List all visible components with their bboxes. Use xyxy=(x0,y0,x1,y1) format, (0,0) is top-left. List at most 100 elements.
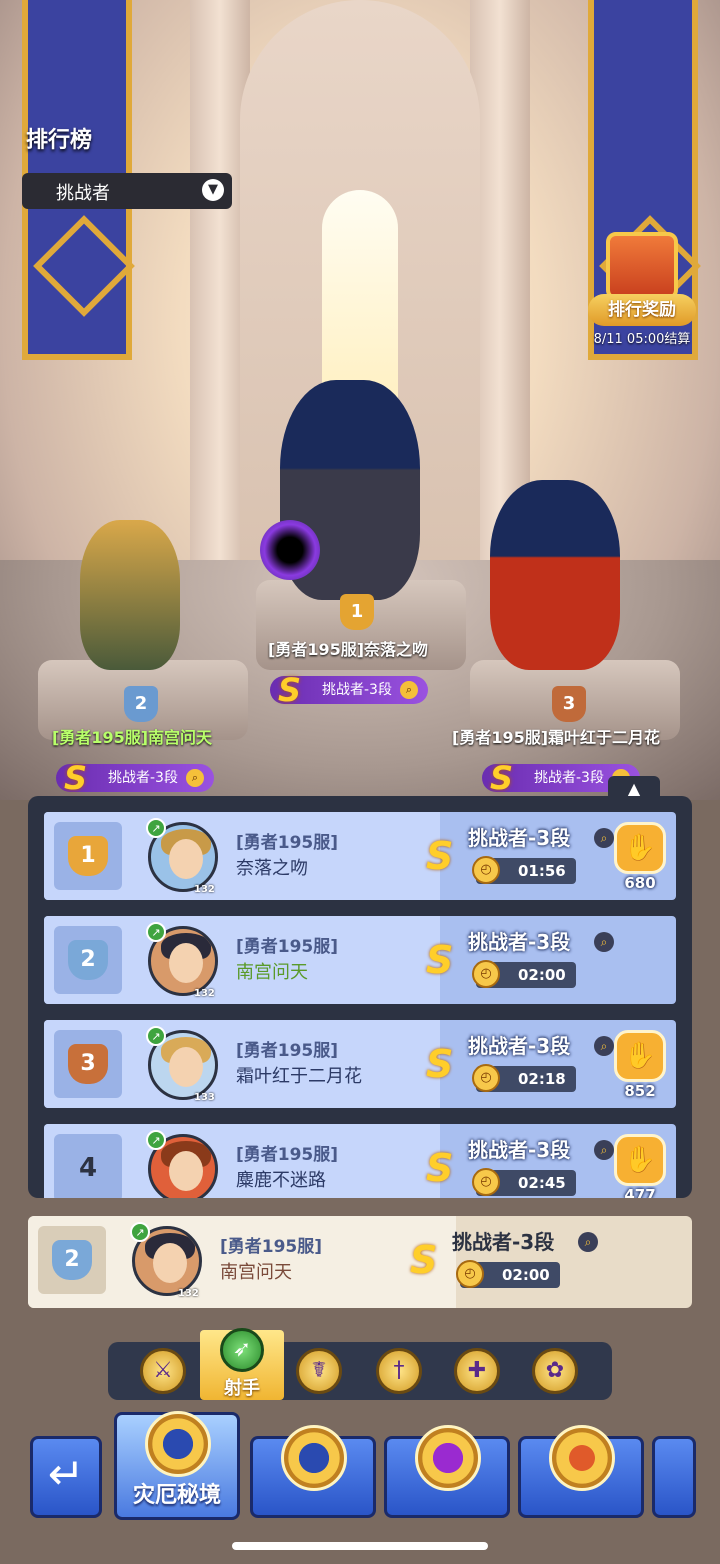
rank-s-icon: S xyxy=(64,759,88,797)
podium-rank-badge: 2 xyxy=(124,686,158,722)
search-icon[interactable]: ⌕ xyxy=(594,932,614,952)
podium-tier-badge[interactable]: S 挑战者-3段 ⌕ xyxy=(56,759,214,797)
mode-tab[interactable] xyxy=(384,1425,510,1518)
tier-label: 挑战者-3段 xyxy=(468,826,571,850)
thumbs-up-icon[interactable]: ✋ xyxy=(614,822,666,874)
clear-time-value: 02:45 xyxy=(518,1174,566,1192)
sword-class-tab-icon[interactable]: † xyxy=(376,1348,422,1394)
page-title: 排行榜 xyxy=(26,128,93,153)
tier-label: 挑战者-3段 xyxy=(468,1034,571,1058)
search-icon[interactable]: ⌕ xyxy=(400,681,418,699)
clear-time: ◴ 02:18 xyxy=(472,1064,576,1092)
archer-class-icon: ↗ xyxy=(146,1130,166,1150)
bow-icon: ➶ xyxy=(220,1328,264,1372)
arena-scene: 1 2 3 [勇者195服]奈落之吻 [勇者195服]南宫问天 [勇者195服]… xyxy=(0,0,720,800)
rank-box: 3 xyxy=(54,1030,122,1098)
search-icon[interactable]: ⌕ xyxy=(578,1232,598,1252)
clear-time-value: 02:00 xyxy=(502,1266,550,1284)
rank-tier-dropdown[interactable]: 挑战者 ▼ xyxy=(22,173,232,209)
avatar-face xyxy=(169,1151,203,1191)
hero-orb xyxy=(260,520,320,580)
player-level: 132 xyxy=(178,1288,199,1299)
avatar-face xyxy=(169,1047,203,1087)
mode-bar: ↵ 灾厄秘境 xyxy=(0,1408,720,1528)
class-tab-label: 射手 xyxy=(224,1378,260,1399)
podium-name-1[interactable]: [勇者195服]奈落之吻 xyxy=(268,636,428,660)
like-count: 852 xyxy=(624,1082,656,1100)
clock-icon: ◴ xyxy=(472,856,500,884)
player-server: [勇者195服] xyxy=(236,1145,339,1165)
avatar-face xyxy=(153,1243,187,1283)
rank-reward-button[interactable]: 排行奖励 8/11 05:00结算 xyxy=(588,232,696,347)
mode-tab[interactable] xyxy=(518,1425,644,1518)
leaderboard-row[interactable]: 4 ↗ [勇者195服] 麋鹿不迷路 S 挑战者-3段 ⌕ ◴ 02:45 ✋ 4… xyxy=(44,1124,676,1198)
eye-emblem-icon xyxy=(281,1425,347,1491)
tier-label: 挑战者-3段 xyxy=(468,930,571,954)
player-server: [勇者195服] xyxy=(236,833,339,853)
rank-s-icon: S xyxy=(410,1238,438,1282)
clear-time: ◴ 02:45 xyxy=(472,1168,576,1196)
thumbs-up-icon[interactable]: ✋ xyxy=(614,1134,666,1186)
purple-eye-emblem-icon xyxy=(415,1425,481,1491)
archer-class-icon: ↗ xyxy=(146,818,166,838)
clock-icon: ◴ xyxy=(472,1064,500,1092)
return-arrow-icon: ↵ xyxy=(47,1449,85,1500)
mode-calamity-realm[interactable]: 灾厄秘境 xyxy=(114,1411,240,1520)
back-button[interactable]: ↵ xyxy=(30,1436,102,1518)
mode-tab[interactable] xyxy=(250,1425,376,1518)
player-server: [勇者195服] xyxy=(236,1041,339,1061)
chevron-down-icon: ▼ xyxy=(202,179,224,201)
mode-label: 灾厄秘境 xyxy=(132,1483,221,1508)
clear-time-value: 01:56 xyxy=(518,862,566,880)
home-indicator[interactable] xyxy=(232,1542,488,1550)
podium-tier-badge[interactable]: S 挑战者-3段 ⌕ xyxy=(270,671,428,709)
thumbs-up-icon[interactable]: ✋ xyxy=(614,1030,666,1082)
rank-s-icon: S xyxy=(426,1042,454,1086)
leaderboard-panel[interactable]: 1 ↗ 132 [勇者195服] 奈落之吻 S 挑战者-3段 ⌕ ◴ 01:56 … xyxy=(28,796,692,1198)
like-count: 680 xyxy=(624,874,656,892)
player-name: 南宫问天 xyxy=(236,962,308,983)
podium-name-3[interactable]: [勇者195服]霜叶红于二月花 xyxy=(452,724,660,748)
clear-time-value: 02:00 xyxy=(518,966,566,984)
player-level: 132 xyxy=(194,884,215,895)
clock-icon: ◴ xyxy=(472,1168,500,1196)
mode-tab[interactable] xyxy=(652,1436,696,1518)
rank-badge: 2 xyxy=(68,940,108,980)
class-tab-archer[interactable]: ➶ 射手 xyxy=(200,1328,284,1400)
avatar-face xyxy=(169,839,203,879)
warrior-class-tab-icon[interactable]: ⚔ xyxy=(140,1348,186,1394)
tier-label: 挑战者-3段 xyxy=(322,682,392,698)
podium-name-2[interactable]: [勇者195服]南宫问天 xyxy=(52,724,212,748)
leaderboard-row[interactable]: 1 ↗ 132 [勇者195服] 奈落之吻 S 挑战者-3段 ⌕ ◴ 01:56 … xyxy=(44,812,676,900)
player-server: [勇者195服] xyxy=(220,1237,323,1257)
search-icon[interactable]: ⌕ xyxy=(594,1036,614,1056)
like-count: 477 xyxy=(624,1186,656,1198)
archer-class-icon: ↗ xyxy=(130,1222,150,1242)
player-level: 132 xyxy=(194,988,215,999)
eye-emblem-icon xyxy=(145,1411,211,1477)
search-icon[interactable]: ⌕ xyxy=(186,769,204,787)
search-icon[interactable]: ⌕ xyxy=(594,828,614,848)
leaderboard-row[interactable]: 3 ↗ 133 [勇者195服] 霜叶红于二月花 S 挑战者-3段 ⌕ ◴ 02:… xyxy=(44,1020,676,1108)
tier-label: 挑战者-3段 xyxy=(534,770,604,786)
tier-label: 挑战者-3段 xyxy=(108,770,178,786)
rank-badge: 2 xyxy=(52,1240,92,1280)
dancer-class-tab-icon[interactable]: ✿ xyxy=(532,1348,578,1394)
hero-archer-rank2[interactable] xyxy=(80,520,180,670)
tier-label: 挑战者-3段 xyxy=(468,1138,571,1162)
rank-badge: 3 xyxy=(68,1044,108,1084)
my-rank-row[interactable]: 2 ↗ 132 [勇者195服] 南宫问天 S 挑战者-3段 ⌕ ◴ 02:00 xyxy=(28,1216,692,1308)
podium-rank-badge: 1 xyxy=(340,594,374,630)
archer-class-icon: ↗ xyxy=(146,1026,166,1046)
reward-label: 排行奖励 xyxy=(588,294,696,326)
leaderboard-row[interactable]: 2 ↗ 132 [勇者195服] 南宫问天 S 挑战者-3段 ⌕ ◴ 02:00 xyxy=(44,916,676,1004)
priest-class-tab-icon[interactable]: ✚ xyxy=(454,1348,500,1394)
rank-s-icon: S xyxy=(490,759,514,797)
clock-icon: ◴ xyxy=(456,1260,484,1288)
search-icon[interactable]: ⌕ xyxy=(594,1140,614,1160)
leaderboard-list[interactable]: 1 ↗ 132 [勇者195服] 奈落之吻 S 挑战者-3段 ⌕ ◴ 01:56 … xyxy=(28,796,692,1198)
player-name: 霜叶红于二月花 xyxy=(236,1066,362,1087)
hero-archer-rank3[interactable] xyxy=(490,480,620,670)
mage-staff-class-tab-icon[interactable]: ☤ xyxy=(296,1348,342,1394)
rank-s-icon: S xyxy=(426,834,454,878)
